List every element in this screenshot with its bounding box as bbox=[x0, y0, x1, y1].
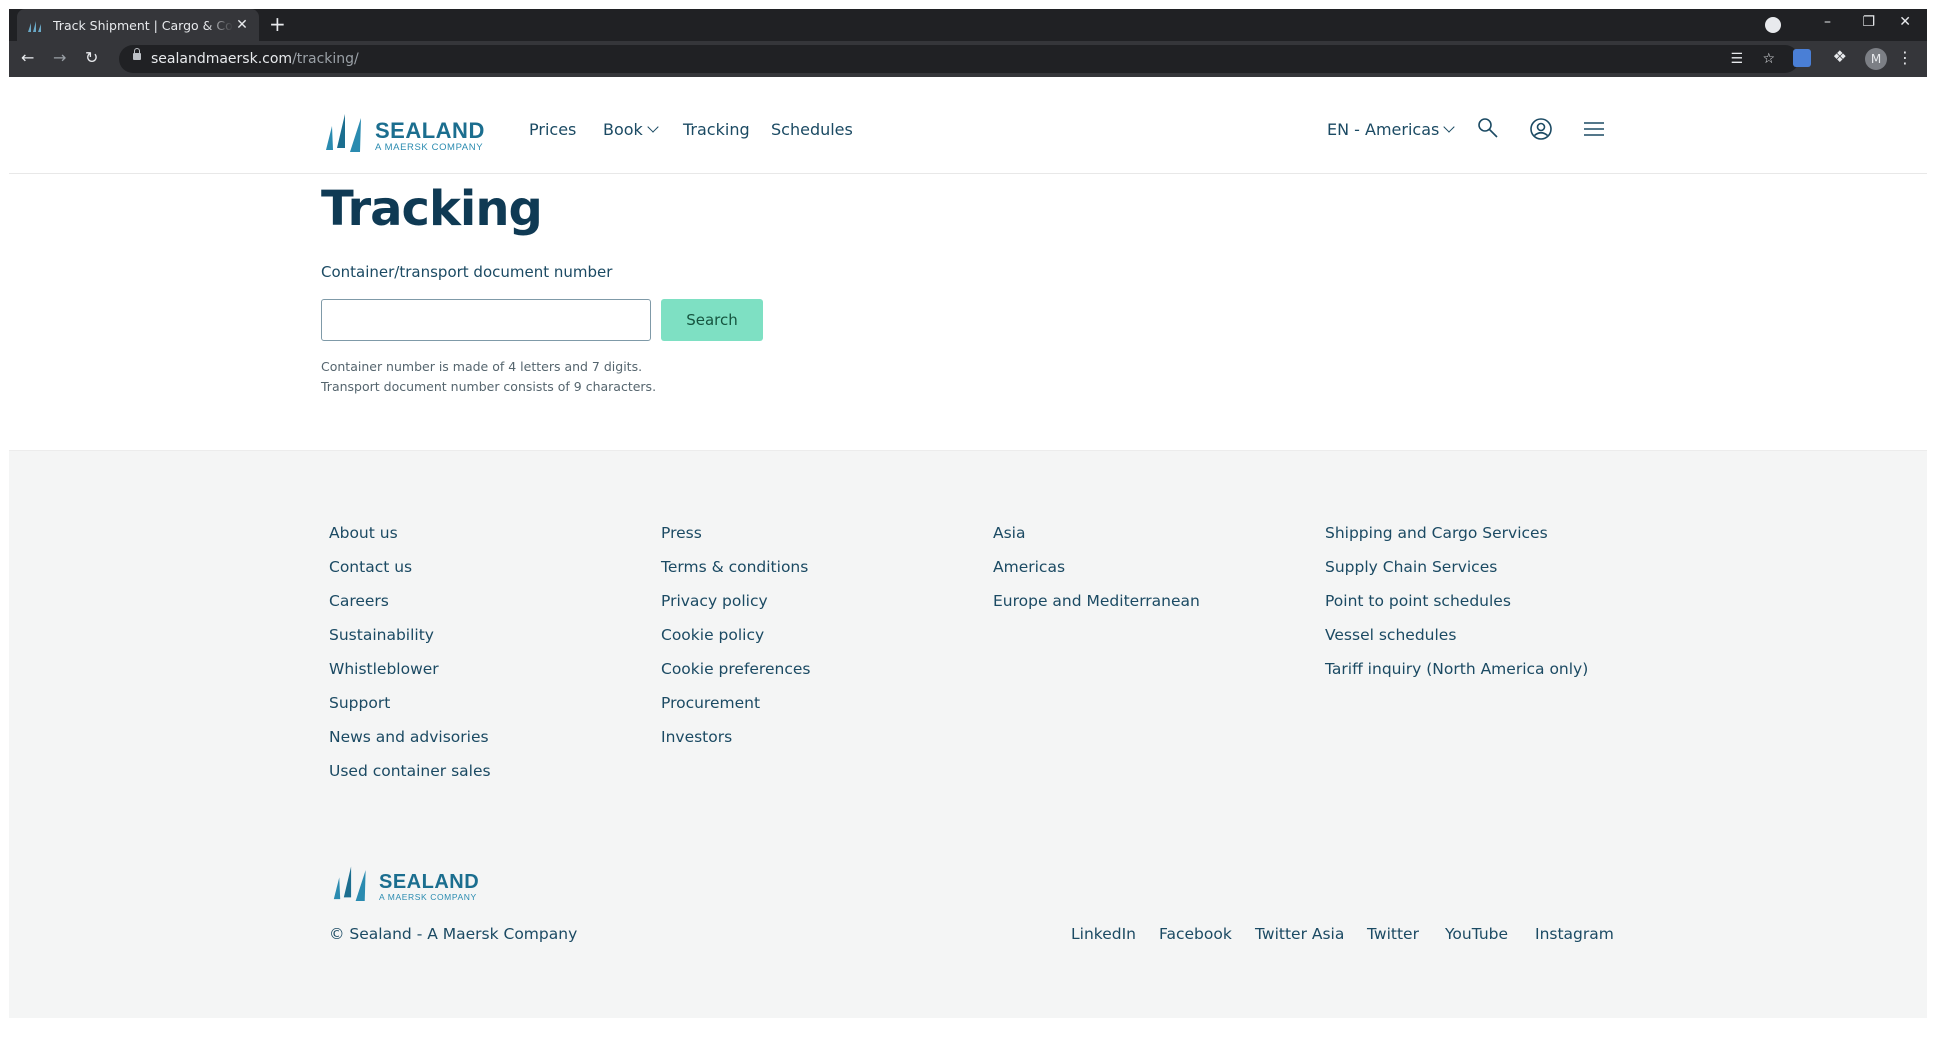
account-icon[interactable] bbox=[1529, 117, 1553, 145]
chevron-down-icon bbox=[647, 121, 659, 133]
footer-link[interactable]: Careers bbox=[329, 591, 491, 625]
footer-link[interactable]: Press bbox=[661, 523, 810, 557]
social-link-twitter-asia[interactable]: Twitter Asia bbox=[1255, 925, 1344, 943]
footer-link[interactable]: Supply Chain Services bbox=[1325, 557, 1588, 591]
search-button[interactable]: Search bbox=[661, 299, 763, 341]
transport-document-hint: Transport document number consists of 9 … bbox=[321, 379, 657, 394]
logo-wordmark: SEALAND bbox=[375, 117, 485, 143]
nav-schedules[interactable]: Schedules bbox=[771, 120, 853, 139]
footer-link[interactable]: Tariff inquiry (North America only) bbox=[1325, 659, 1588, 693]
site-header: SEALAND A MAERSK COMPANY Prices Book Tra… bbox=[9, 77, 1927, 174]
menu-icon[interactable] bbox=[1583, 121, 1605, 141]
footer-column-company: About us Contact us Careers Sustainabili… bbox=[329, 523, 491, 795]
nav-prices[interactable]: Prices bbox=[529, 120, 576, 139]
footer-link[interactable]: Cookie policy bbox=[661, 625, 810, 659]
extensions-puzzle-icon[interactable]: ❖ bbox=[1833, 47, 1847, 66]
browser-toolbar: ← → ↻ sealandmaersk.com/tracking/ ☰ ☆ ❖ … bbox=[9, 41, 1927, 77]
nav-book[interactable]: Book bbox=[603, 120, 659, 139]
restore-button[interactable]: ❐ bbox=[1862, 14, 1875, 30]
url-text: sealandmaersk.com/tracking/ bbox=[151, 51, 359, 67]
profile-avatar[interactable]: M bbox=[1865, 48, 1887, 70]
copyright-text: © Sealand - A Maersk Company bbox=[329, 925, 578, 943]
footer-link[interactable]: News and advisories bbox=[329, 727, 491, 761]
search-icon[interactable] bbox=[1477, 117, 1499, 143]
footer-link[interactable]: Vessel schedules bbox=[1325, 625, 1588, 659]
footer-link[interactable]: Europe and Mediterranean bbox=[993, 591, 1200, 625]
bookmark-star-icon[interactable]: ☆ bbox=[1762, 51, 1775, 67]
browser-window: Track Shipment | Cargo & Container Track… bbox=[9, 9, 1927, 1056]
minimize-button[interactable]: – bbox=[1824, 14, 1831, 30]
social-link-twitter[interactable]: Twitter bbox=[1367, 925, 1419, 943]
footer-link[interactable]: Used container sales bbox=[329, 761, 491, 795]
footer-link[interactable]: Shipping and Cargo Services bbox=[1325, 523, 1588, 557]
sealand-sails-icon bbox=[333, 866, 366, 901]
footer-link[interactable]: Support bbox=[329, 693, 491, 727]
sealand-favicon-icon bbox=[27, 18, 43, 32]
container-number-hint: Container number is made of 4 letters an… bbox=[321, 359, 643, 374]
footer-column-legal: Press Terms & conditions Privacy policy … bbox=[661, 523, 810, 761]
tracking-number-input[interactable] bbox=[321, 299, 651, 341]
tab-title: Track Shipment | Cargo & Container Track… bbox=[53, 17, 233, 33]
footer-link[interactable]: Privacy policy bbox=[661, 591, 810, 625]
logo-wordmark: SEALAND bbox=[379, 870, 480, 893]
site-footer: About us Contact us Careers Sustainabili… bbox=[9, 450, 1927, 1018]
lock-icon bbox=[133, 48, 141, 60]
tab-strip: Track Shipment | Cargo & Container Track… bbox=[9, 9, 1927, 41]
sealand-sails-icon bbox=[326, 114, 361, 152]
new-tab-button[interactable]: + bbox=[269, 14, 286, 34]
social-link-youtube[interactable]: YouTube bbox=[1445, 925, 1508, 943]
logo-tagline: A MAERSK COMPANY bbox=[379, 891, 477, 902]
footer-link[interactable]: Cookie preferences bbox=[661, 659, 810, 693]
social-link-linkedin[interactable]: LinkedIn bbox=[1071, 925, 1136, 943]
footer-link[interactable]: Investors bbox=[661, 727, 810, 761]
reload-icon[interactable]: ↻ bbox=[85, 48, 98, 67]
web-page: SEALAND A MAERSK COMPANY Prices Book Tra… bbox=[9, 77, 1927, 1056]
footer-link[interactable]: Asia bbox=[993, 523, 1200, 557]
tracking-field-label: Container/transport document number bbox=[321, 263, 613, 281]
footer-link[interactable]: Terms & conditions bbox=[661, 557, 810, 591]
sealand-logo[interactable]: SEALAND A MAERSK COMPANY bbox=[323, 108, 485, 152]
close-window-button[interactable]: ✕ bbox=[1899, 14, 1911, 30]
browser-menu-icon[interactable]: ⋮ bbox=[1897, 49, 1913, 67]
footer-link[interactable]: Procurement bbox=[661, 693, 810, 727]
footer-link[interactable]: Sustainability bbox=[329, 625, 491, 659]
footer-column-regions: Asia Americas Europe and Mediterranean bbox=[993, 523, 1200, 625]
forward-arrow-icon[interactable]: → bbox=[53, 48, 66, 67]
chevron-down-icon bbox=[1443, 121, 1456, 133]
footer-link[interactable]: Contact us bbox=[329, 557, 491, 591]
footer-link[interactable]: Point to point schedules bbox=[1325, 591, 1588, 625]
translate-icon[interactable]: ☰ bbox=[1730, 51, 1743, 67]
tab-close-icon[interactable]: ✕ bbox=[235, 17, 249, 33]
footer-link[interactable]: About us bbox=[329, 523, 491, 557]
page-title: Tracking bbox=[321, 181, 543, 237]
social-link-instagram[interactable]: Instagram bbox=[1535, 925, 1614, 943]
browser-tab[interactable]: Track Shipment | Cargo & Container Track… bbox=[17, 9, 259, 41]
address-bar[interactable]: sealandmaersk.com/tracking/ ☰ ☆ bbox=[119, 45, 1799, 73]
footer-column-services: Shipping and Cargo Services Supply Chain… bbox=[1325, 523, 1588, 693]
logo-tagline: A MAERSK COMPANY bbox=[375, 141, 484, 153]
social-link-facebook[interactable]: Facebook bbox=[1159, 925, 1232, 943]
footer-link[interactable]: Americas bbox=[993, 557, 1200, 591]
locale-selector[interactable]: EN - Americas bbox=[1327, 120, 1456, 139]
extension-translate-icon[interactable] bbox=[1793, 49, 1811, 67]
nav-tracking[interactable]: Tracking bbox=[683, 120, 750, 139]
footer-link[interactable]: Whistleblower bbox=[329, 659, 491, 693]
tab-search-icon[interactable] bbox=[1765, 17, 1781, 33]
back-arrow-icon[interactable]: ← bbox=[21, 48, 34, 67]
footer-sealand-logo[interactable]: SEALAND A MAERSK COMPANY bbox=[331, 861, 479, 901]
